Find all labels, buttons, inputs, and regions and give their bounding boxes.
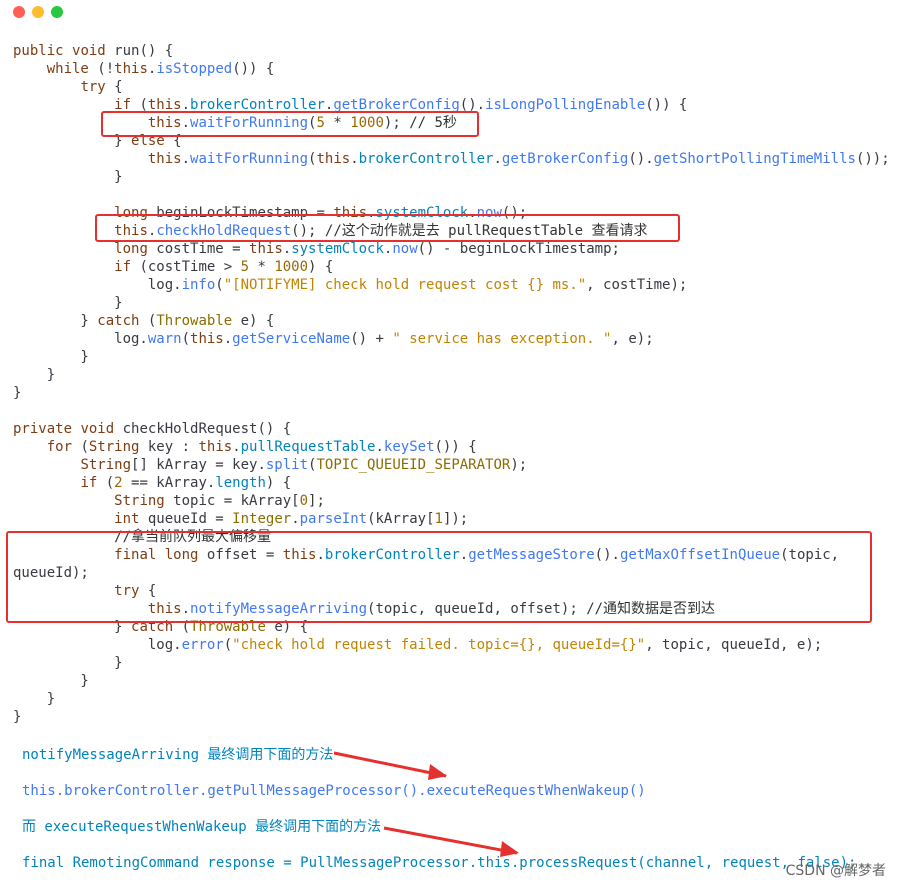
arrow-to-process-request (383, 826, 519, 857)
arrow-to-execute-request (333, 751, 447, 780)
watermark: CSDN @解梦者 (785, 863, 886, 879)
annotation-arrows (333, 751, 519, 857)
